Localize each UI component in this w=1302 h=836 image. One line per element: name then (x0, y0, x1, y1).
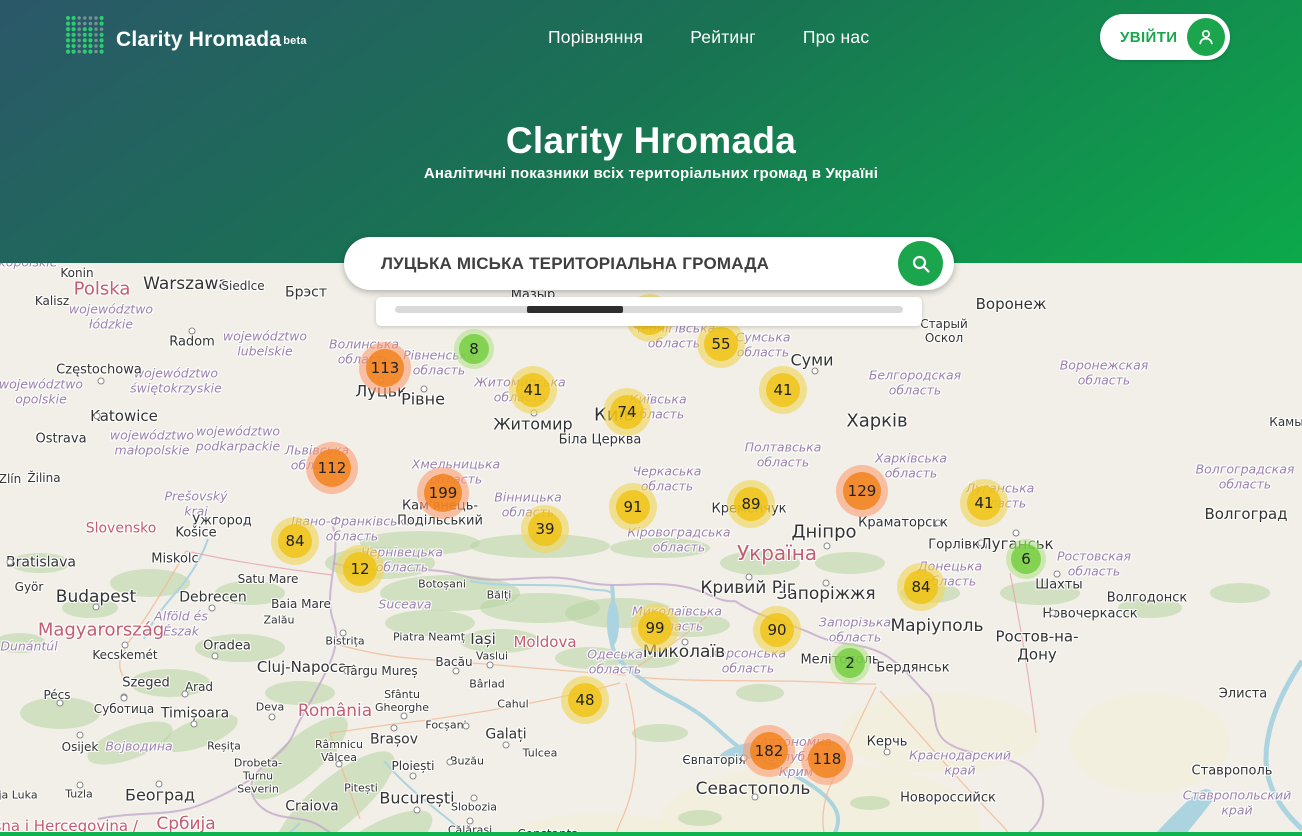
cluster-count: 55 (704, 327, 738, 361)
cluster-marker[interactable]: 118 (801, 733, 853, 785)
cluster-count: 118 (808, 740, 846, 778)
cluster-count: 129 (843, 472, 881, 510)
login-label: УВІЙТИ (1120, 29, 1177, 46)
footer-top-strip (0, 832, 1302, 836)
cluster-count: 182 (750, 732, 788, 770)
cluster-count: 41 (967, 486, 1001, 520)
cluster-count: 8 (459, 334, 489, 364)
cluster-count: 48 (568, 683, 602, 717)
nav-about[interactable]: Про нас (803, 27, 869, 48)
page-subtitle: Аналітичні показники всіх територіальних… (0, 165, 1302, 182)
nav-comparison[interactable]: Порівняння (548, 27, 643, 48)
main-nav: Порівняння Рейтинг Про нас (548, 0, 869, 74)
cluster-marker[interactable]: 6 (1006, 539, 1046, 579)
map-artwork (0, 263, 1302, 836)
cluster-marker[interactable]: 55 (697, 320, 745, 368)
cluster-count: 90 (760, 613, 794, 647)
cluster-count: 84 (904, 570, 938, 604)
login-button[interactable]: УВІЙТИ (1100, 14, 1230, 60)
cluster-count: 41 (766, 373, 800, 407)
search-icon (910, 253, 932, 275)
cluster-marker[interactable]: 112 (306, 442, 358, 494)
nav-rating[interactable]: Рейтинг (690, 27, 756, 48)
cluster-count: 2 (835, 648, 865, 678)
cluster-marker[interactable]: 91 (609, 483, 657, 531)
cluster-marker[interactable]: 90 (753, 606, 801, 654)
map[interactable] (0, 263, 1302, 832)
cluster-marker[interactable]: 41 (509, 366, 557, 414)
cluster-count: 12 (343, 552, 377, 586)
cluster-marker[interactable]: 129 (836, 465, 888, 517)
cluster-marker[interactable]: 113 (359, 342, 411, 394)
cluster-marker[interactable]: 48 (561, 676, 609, 724)
logo-title: Clarity Hromadabeta (116, 13, 305, 62)
cluster-marker[interactable]: 84 (271, 517, 319, 565)
cluster-marker[interactable]: 89 (727, 480, 775, 528)
search-input[interactable] (381, 254, 898, 274)
cluster-count: 199 (424, 474, 462, 512)
cluster-count: 99 (638, 611, 672, 645)
cluster-marker[interactable]: 99 (631, 604, 679, 652)
cluster-count: 113 (366, 349, 404, 387)
cluster-marker[interactable]: 74 (603, 388, 651, 436)
cluster-marker[interactable]: 8 (454, 329, 494, 369)
cluster-marker[interactable]: 41 (759, 366, 807, 414)
topbar: Clarity Hromadabeta Порівняння Рейтинг П… (0, 0, 1302, 74)
page-title: Clarity Hromada (0, 120, 1302, 162)
cluster-marker[interactable]: 182 (743, 725, 795, 777)
logo[interactable]: Clarity Hromadabeta (64, 13, 305, 62)
cluster-count: 39 (528, 512, 562, 546)
cluster-marker[interactable]: 199 (417, 467, 469, 519)
cluster-count: 89 (734, 487, 768, 521)
cluster-marker[interactable]: 12 (336, 545, 384, 593)
logo-icon (64, 13, 106, 59)
cluster-marker[interactable]: 2 (830, 643, 870, 683)
cluster-count: 41 (516, 373, 550, 407)
hero-header: Clarity Hromadabeta Порівняння Рейтинг П… (0, 0, 1302, 263)
cluster-marker[interactable]: 39 (521, 505, 569, 553)
cluster-marker[interactable]: 41 (960, 479, 1008, 527)
beta-badge: beta (283, 35, 306, 47)
dropdown-scrollbar-thumb[interactable] (527, 306, 623, 313)
cluster-count: 74 (610, 395, 644, 429)
search-results-dropdown (376, 297, 922, 326)
search-bar (344, 237, 954, 290)
dropdown-scrollbar-track (395, 306, 903, 313)
cluster-marker[interactable]: 84 (897, 563, 945, 611)
user-avatar-icon (1187, 18, 1225, 56)
cluster-count: 112 (313, 449, 351, 487)
cluster-count: 91 (616, 490, 650, 524)
cluster-count: 84 (278, 524, 312, 558)
cluster-count: 6 (1011, 544, 1041, 574)
search-button[interactable] (898, 241, 943, 286)
